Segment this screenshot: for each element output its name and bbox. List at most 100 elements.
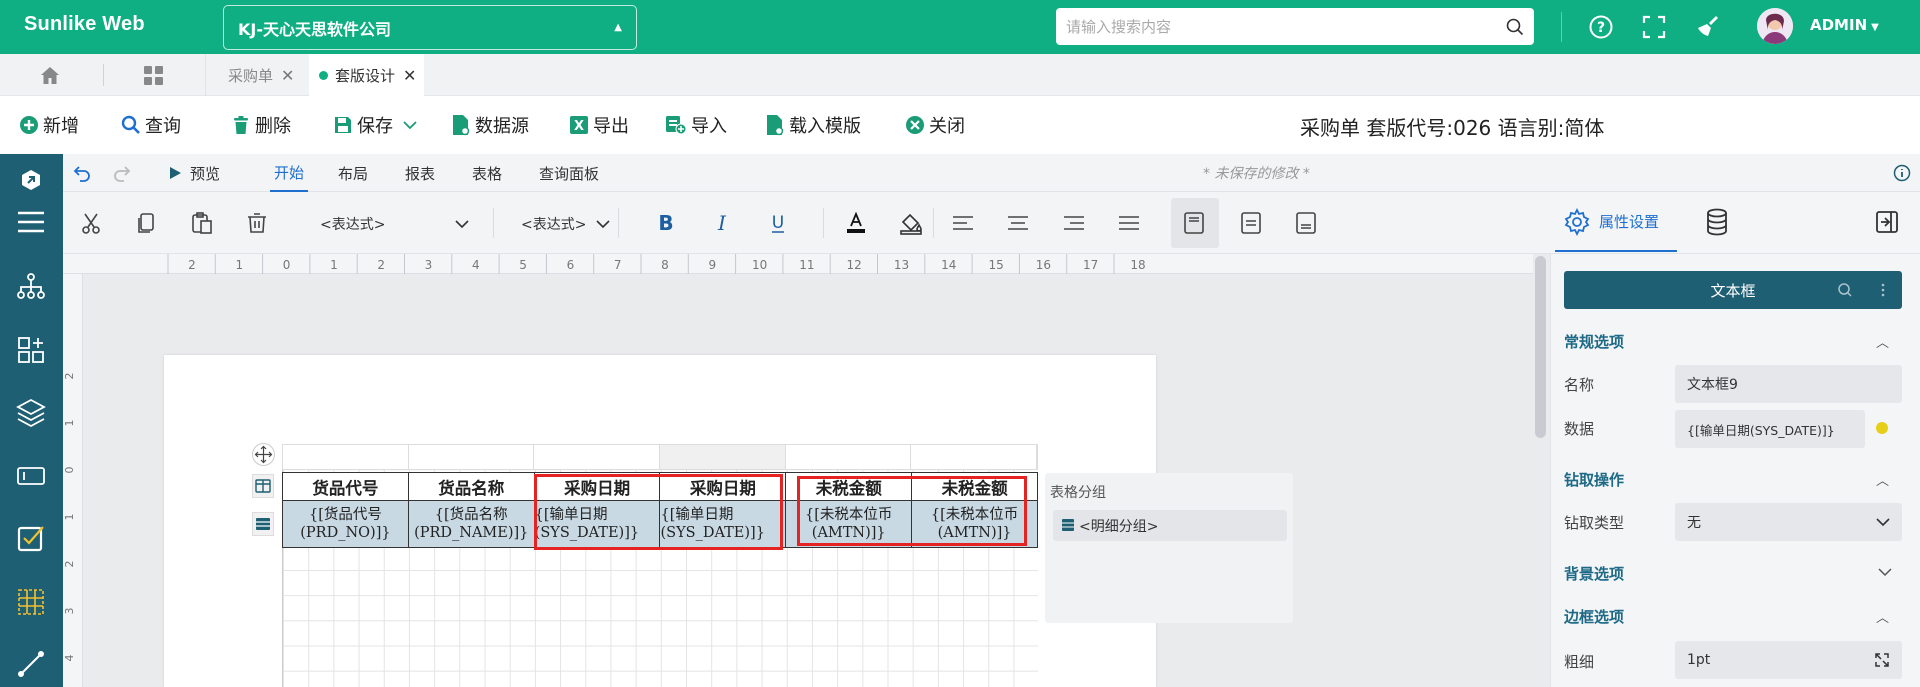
- active-dot-icon: [319, 70, 328, 80]
- scrollbar-thumb[interactable]: [1535, 256, 1546, 438]
- close-button[interactable]: 关闭: [905, 112, 965, 138]
- valign-bottom-icon[interactable]: [1293, 210, 1319, 236]
- ruler-label: 11: [799, 258, 814, 272]
- query-button[interactable]: 查询: [121, 112, 181, 138]
- data-field[interactable]: {[输单日期(SYS_DATE)]}: [1675, 410, 1865, 448]
- paste-icon[interactable]: [189, 210, 215, 236]
- datasource-button[interactable]: 数据源: [451, 112, 529, 138]
- expand-icon[interactable]: [1874, 652, 1890, 668]
- valign-middle-icon[interactable]: [1238, 210, 1264, 236]
- user-menu[interactable]: ADMIN ▼: [1810, 16, 1879, 34]
- broom-icon[interactable]: [1694, 13, 1722, 41]
- drill-type-select[interactable]: 无: [1675, 503, 1902, 541]
- tab-table[interactable]: 表格: [472, 154, 502, 192]
- export-button[interactable]: X 导出: [569, 112, 629, 138]
- avatar[interactable]: [1757, 8, 1793, 44]
- chevron-up-icon[interactable]: ︿: [1876, 470, 1889, 489]
- import-button[interactable]: 导入: [665, 112, 727, 138]
- divider: [103, 64, 104, 86]
- header-cell[interactable]: 货品名称: [407, 471, 535, 502]
- bold-icon[interactable]: B: [653, 210, 679, 236]
- help-icon[interactable]: ?: [1587, 13, 1615, 41]
- delete-button[interactable]: 删除: [231, 112, 291, 138]
- tab-purchase-order[interactable]: 采购单 ✕: [228, 54, 294, 96]
- divider: [618, 208, 619, 238]
- chevron-up-icon[interactable]: ︿: [1876, 332, 1889, 351]
- preview-button[interactable]: 预览: [168, 154, 220, 192]
- search-icon[interactable]: [1837, 282, 1853, 298]
- company-selector[interactable]: KJ-天心天思软件公司 ▲: [223, 5, 637, 50]
- load-template-button[interactable]: 载入模版: [765, 112, 861, 138]
- header-cell[interactable]: 货品代号: [282, 471, 409, 502]
- save-button[interactable]: 保存: [333, 112, 421, 138]
- section-drill[interactable]: 钻取操作: [1564, 469, 1624, 490]
- new-button[interactable]: 新增: [19, 112, 79, 138]
- grid-icon[interactable]: [144, 66, 163, 85]
- justify-icon[interactable]: [1116, 210, 1142, 236]
- action-toolbar: 新增 查询 删除 保存 数据源 X 导出 导入 载入模版 关闭 采购单 套版代号…: [0, 96, 1920, 154]
- menu-icon[interactable]: [15, 206, 47, 238]
- highlight-amount-columns: [797, 476, 1027, 546]
- home-icon[interactable]: [40, 66, 60, 85]
- ruler-label: 7: [614, 258, 622, 272]
- align-right-icon[interactable]: [1061, 210, 1087, 236]
- group-item-detail[interactable]: <明细分组>: [1053, 510, 1287, 541]
- section-general[interactable]: 常规选项: [1564, 331, 1624, 352]
- database-icon[interactable]: [1705, 208, 1729, 236]
- layers-icon[interactable]: [15, 396, 47, 428]
- company-name: KJ-天心天思软件公司: [238, 19, 391, 39]
- valign-top-icon[interactable]: [1181, 210, 1207, 236]
- close-icon[interactable]: ✕: [403, 66, 416, 85]
- section-background[interactable]: 背景选项: [1564, 563, 1624, 584]
- ruler-label: 3: [63, 608, 76, 615]
- line-icon[interactable]: [15, 648, 47, 680]
- close-icon[interactable]: ✕: [281, 66, 294, 85]
- italic-icon[interactable]: I: [709, 210, 735, 236]
- thickness-field[interactable]: 1pt: [1675, 641, 1902, 679]
- tab-report[interactable]: 报表: [405, 154, 435, 192]
- cut-icon[interactable]: [78, 210, 104, 236]
- chevron-down-icon[interactable]: [403, 120, 417, 130]
- font-color-icon[interactable]: [843, 210, 869, 236]
- logo-icon[interactable]: [15, 164, 47, 196]
- tab-start[interactable]: 开始: [270, 154, 309, 192]
- column-header-strip[interactable]: [282, 444, 1038, 470]
- undo-icon[interactable]: [73, 164, 91, 182]
- search-icon[interactable]: [1506, 18, 1524, 36]
- search-input[interactable]: [1066, 17, 1486, 36]
- delete-icon[interactable]: [244, 210, 270, 236]
- component-icon[interactable]: [15, 334, 47, 366]
- svg-text:B: B: [658, 211, 673, 235]
- info-icon[interactable]: [1893, 164, 1911, 182]
- header-row-icon[interactable]: [252, 474, 274, 498]
- copy-icon[interactable]: [133, 210, 159, 236]
- expression-indicator-dot[interactable]: [1876, 422, 1888, 434]
- chevron-up-icon[interactable]: ︿: [1876, 607, 1889, 626]
- fill-color-icon[interactable]: [898, 210, 924, 236]
- align-left-icon[interactable]: [950, 210, 976, 236]
- redo-icon[interactable]: [113, 164, 131, 182]
- expression-select-2[interactable]: <表达式>: [521, 212, 611, 236]
- tab-template-design[interactable]: 套版设计 ✕: [309, 54, 425, 96]
- tab-layout[interactable]: 布局: [338, 154, 368, 192]
- name-field[interactable]: 文本框9: [1675, 365, 1902, 403]
- section-border[interactable]: 边框选项: [1564, 606, 1624, 627]
- more-icon[interactable]: [1880, 282, 1886, 298]
- hierarchy-icon[interactable]: [15, 270, 47, 302]
- chevron-down-icon[interactable]: [1878, 567, 1892, 577]
- underline-icon[interactable]: U: [765, 210, 791, 236]
- detail-cell[interactable]: {[货品名称 (PRD_NAME)]}: [407, 500, 535, 548]
- textbox-icon[interactable]: [15, 460, 47, 492]
- fullscreen-icon[interactable]: [1640, 13, 1668, 41]
- move-icon[interactable]: [252, 443, 275, 466]
- tab-query-panel[interactable]: 查询面板: [539, 154, 599, 192]
- table-icon[interactable]: [15, 586, 47, 618]
- expression-select-1[interactable]: <表达式>: [320, 212, 470, 236]
- detail-row-icon[interactable]: [252, 512, 274, 536]
- search-box[interactable]: [1056, 8, 1534, 45]
- checkbox-icon[interactable]: [15, 522, 47, 554]
- tab-properties[interactable]: 属性设置: [1555, 192, 1677, 252]
- detail-cell[interactable]: {[货品代号 (PRD_NO)]}: [282, 500, 409, 548]
- align-center-icon[interactable]: [1005, 210, 1031, 236]
- collapse-panel-icon[interactable]: [1875, 210, 1899, 234]
